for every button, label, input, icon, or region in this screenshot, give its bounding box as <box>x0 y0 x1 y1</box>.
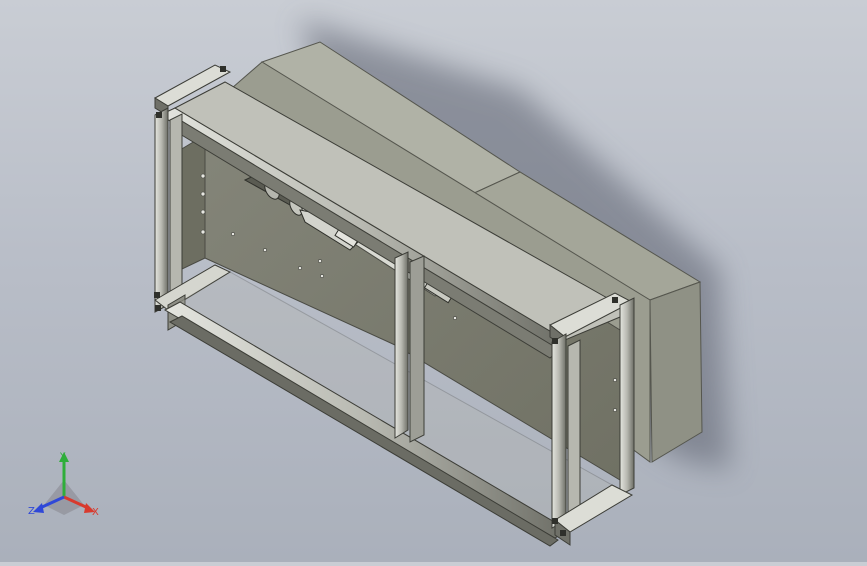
y-label: Y <box>59 452 66 462</box>
model-canvas[interactable]: Y X Z <box>0 0 867 562</box>
cad-viewport[interactable]: Y X Z <box>0 0 867 562</box>
axis-triad: Y X Z <box>28 452 99 518</box>
x-label: X <box>92 507 99 518</box>
z-label: Z <box>28 506 35 517</box>
